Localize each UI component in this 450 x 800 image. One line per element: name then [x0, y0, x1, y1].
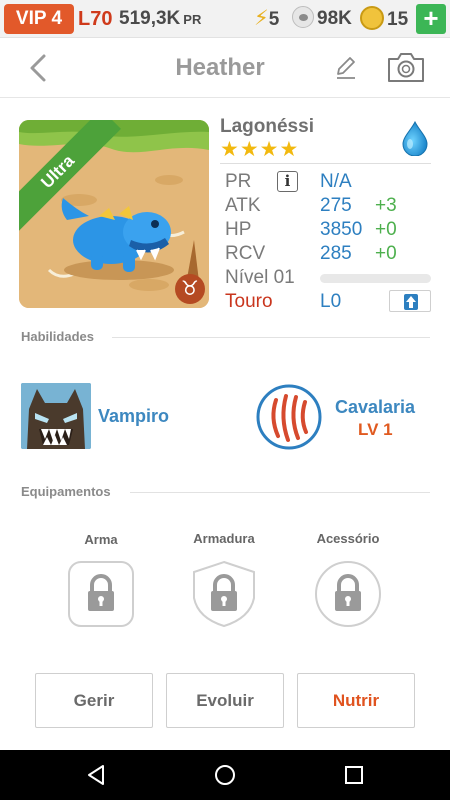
- vip-badge[interactable]: VIP 4: [4, 4, 74, 34]
- paw-value: 98K: [317, 8, 352, 29]
- stat-value: 3850: [320, 219, 363, 240]
- divider: [220, 163, 431, 164]
- stat-label: RCV: [225, 243, 266, 264]
- paw-icon: [292, 6, 314, 28]
- upgrade-sign-button[interactable]: [389, 290, 431, 312]
- page-header: Heather: [0, 38, 450, 98]
- lightning-icon: ⚡: [254, 7, 269, 30]
- zodiac-label: Touro: [225, 291, 273, 312]
- energy-counter: ⚡5: [254, 6, 279, 32]
- stat-bonus: +3: [375, 195, 397, 216]
- pencil-icon[interactable]: [334, 54, 358, 80]
- energy-value: 5: [268, 9, 280, 30]
- evolve-button[interactable]: Evoluir: [166, 673, 284, 728]
- zodiac-level: L0: [320, 291, 342, 312]
- divider: [130, 492, 430, 493]
- creature-portrait[interactable]: Ultra ♉: [19, 120, 209, 308]
- active-skill-name[interactable]: Cavalaria: [335, 396, 415, 418]
- water-drop-icon: [402, 120, 428, 156]
- level-label: Nível 01: [225, 267, 295, 288]
- stat-bonus: +0: [375, 219, 397, 240]
- stat-value: 285: [320, 243, 352, 264]
- stat-row-rcv: RCV 285 +0: [225, 242, 435, 266]
- stat-row-hp: HP 3850 +0: [225, 218, 435, 242]
- passive-ability-name[interactable]: Vampiro: [98, 405, 169, 427]
- pr-amount: 519,3K PR: [119, 6, 201, 33]
- equipment-heading: Equipamentos: [21, 484, 111, 499]
- stat-value: 275: [320, 195, 352, 216]
- back-triangle-icon[interactable]: [84, 763, 108, 787]
- armor-slot[interactable]: [190, 560, 258, 628]
- stat-label: PR: [225, 171, 252, 192]
- stat-label: ATK: [225, 195, 261, 216]
- add-currency-button[interactable]: +: [416, 4, 446, 34]
- accessory-label: Acessório: [316, 531, 380, 546]
- armor-label: Armadura: [193, 531, 255, 546]
- pr-unit: PR: [183, 12, 202, 27]
- accessory-slot[interactable]: [314, 560, 382, 628]
- camera-icon[interactable]: [386, 50, 426, 84]
- xp-progress-bar: [320, 274, 431, 283]
- coin-counter: 15: [360, 6, 408, 32]
- abilities-heading: Habilidades: [21, 329, 94, 344]
- system-navigation-bar: [0, 750, 450, 800]
- star-rating: ★★★★: [220, 138, 300, 161]
- manage-button[interactable]: Gerir: [35, 673, 153, 728]
- divider: [112, 337, 430, 338]
- stat-row-sign: Touro L0: [225, 290, 435, 314]
- stat-bonus: +0: [375, 243, 397, 264]
- pr-amount-value: 519,3K: [119, 8, 181, 29]
- stat-row-atk: ATK 275 +3: [225, 194, 435, 218]
- chevron-left-icon[interactable]: [24, 50, 54, 86]
- feed-button[interactable]: Nutrir: [297, 673, 415, 728]
- claw-skill-icon[interactable]: [256, 384, 322, 450]
- coin-value: 15: [387, 9, 409, 30]
- skill-level: LV 1: [358, 420, 393, 439]
- info-icon[interactable]: i: [277, 171, 298, 192]
- stat-value: N/A: [320, 171, 352, 192]
- weapon-slot[interactable]: [67, 560, 135, 628]
- creature-name: Lagonéssi: [220, 116, 314, 137]
- status-bar: VIP 4 L70 519,3K PR ⚡5 98K 15 +: [0, 0, 450, 38]
- werewolf-icon: [21, 383, 91, 449]
- stat-row-pr: PR i N/A: [225, 170, 435, 194]
- stat-label: HP: [225, 219, 252, 240]
- page-title: Heather: [175, 54, 265, 81]
- stat-row-level: Nível 01: [225, 266, 435, 290]
- paw-counter: 98K: [292, 6, 352, 32]
- coin-icon: [360, 6, 384, 30]
- vampire-ability-icon[interactable]: [21, 383, 91, 449]
- recents-square-icon[interactable]: [342, 763, 366, 787]
- home-circle-icon[interactable]: [213, 763, 237, 787]
- taurus-icon: ♉: [175, 274, 205, 304]
- arrow-up-icon: [404, 294, 418, 310]
- player-level: L70: [78, 8, 113, 30]
- weapon-label: Arma: [84, 532, 118, 547]
